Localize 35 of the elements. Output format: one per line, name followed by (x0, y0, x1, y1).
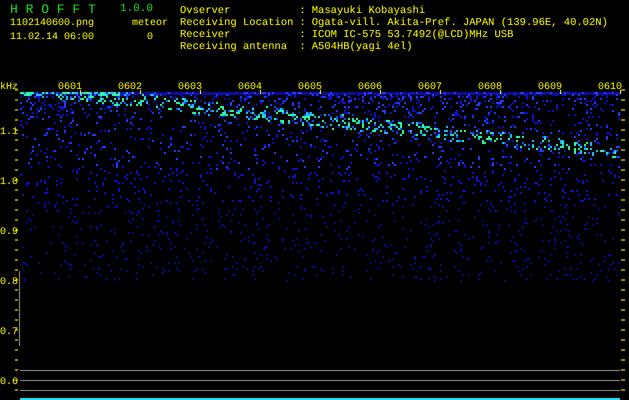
frequency-label: 0.9 (0, 227, 18, 238)
time-label: 0608 (478, 82, 502, 93)
info-value: ICOM IC-575 53.7492(@LCD)MHz USB (312, 29, 514, 41)
unit-label: kHz (0, 82, 18, 93)
time-label: 0602 (118, 82, 142, 93)
meteor-count: 0 (146, 32, 154, 42)
app-title: H R O F F T (10, 2, 97, 16)
info-value: Ogata-vill. Akita-Pref. JAPAN (139.96E, 40.02N) (312, 17, 608, 29)
timestamp: 11.02.14 06:00 (10, 32, 96, 42)
time-label: 0607 (418, 82, 442, 93)
time-label: 0606 (358, 82, 382, 93)
info-separator: : (299, 29, 306, 41)
time-label: 0610 (598, 82, 622, 93)
info-value: Masayuki Kobayashi (312, 5, 426, 17)
meteor-label: meteor (130, 18, 169, 28)
time-label: 0604 (238, 82, 262, 93)
info-label: Receiving antenna (180, 41, 288, 53)
frequency-label: 1.1 (0, 127, 18, 138)
info-label: Ovserver (180, 5, 232, 17)
app-version: 1.0.0 (120, 3, 154, 15)
frequency-label: 0.8 (0, 277, 18, 288)
info-separator: : (299, 41, 306, 53)
time-label: 0605 (298, 82, 322, 93)
frequency-label: 0.7 (0, 327, 18, 338)
info-label: Receiver (180, 29, 232, 41)
info-separator: : (299, 17, 306, 29)
frequency-label: 1.0 (0, 177, 18, 188)
file-name: 1102140600.png (10, 18, 96, 28)
info-separator: : (299, 5, 306, 17)
frequency-label: 0.6 (0, 377, 18, 388)
info-label: Receiving Location (180, 17, 294, 29)
time-label: 0601 (58, 82, 82, 93)
info-value: A504HB(yagi 4el) (312, 41, 414, 53)
time-label: 0603 (178, 82, 202, 93)
time-label: 0609 (538, 82, 562, 93)
